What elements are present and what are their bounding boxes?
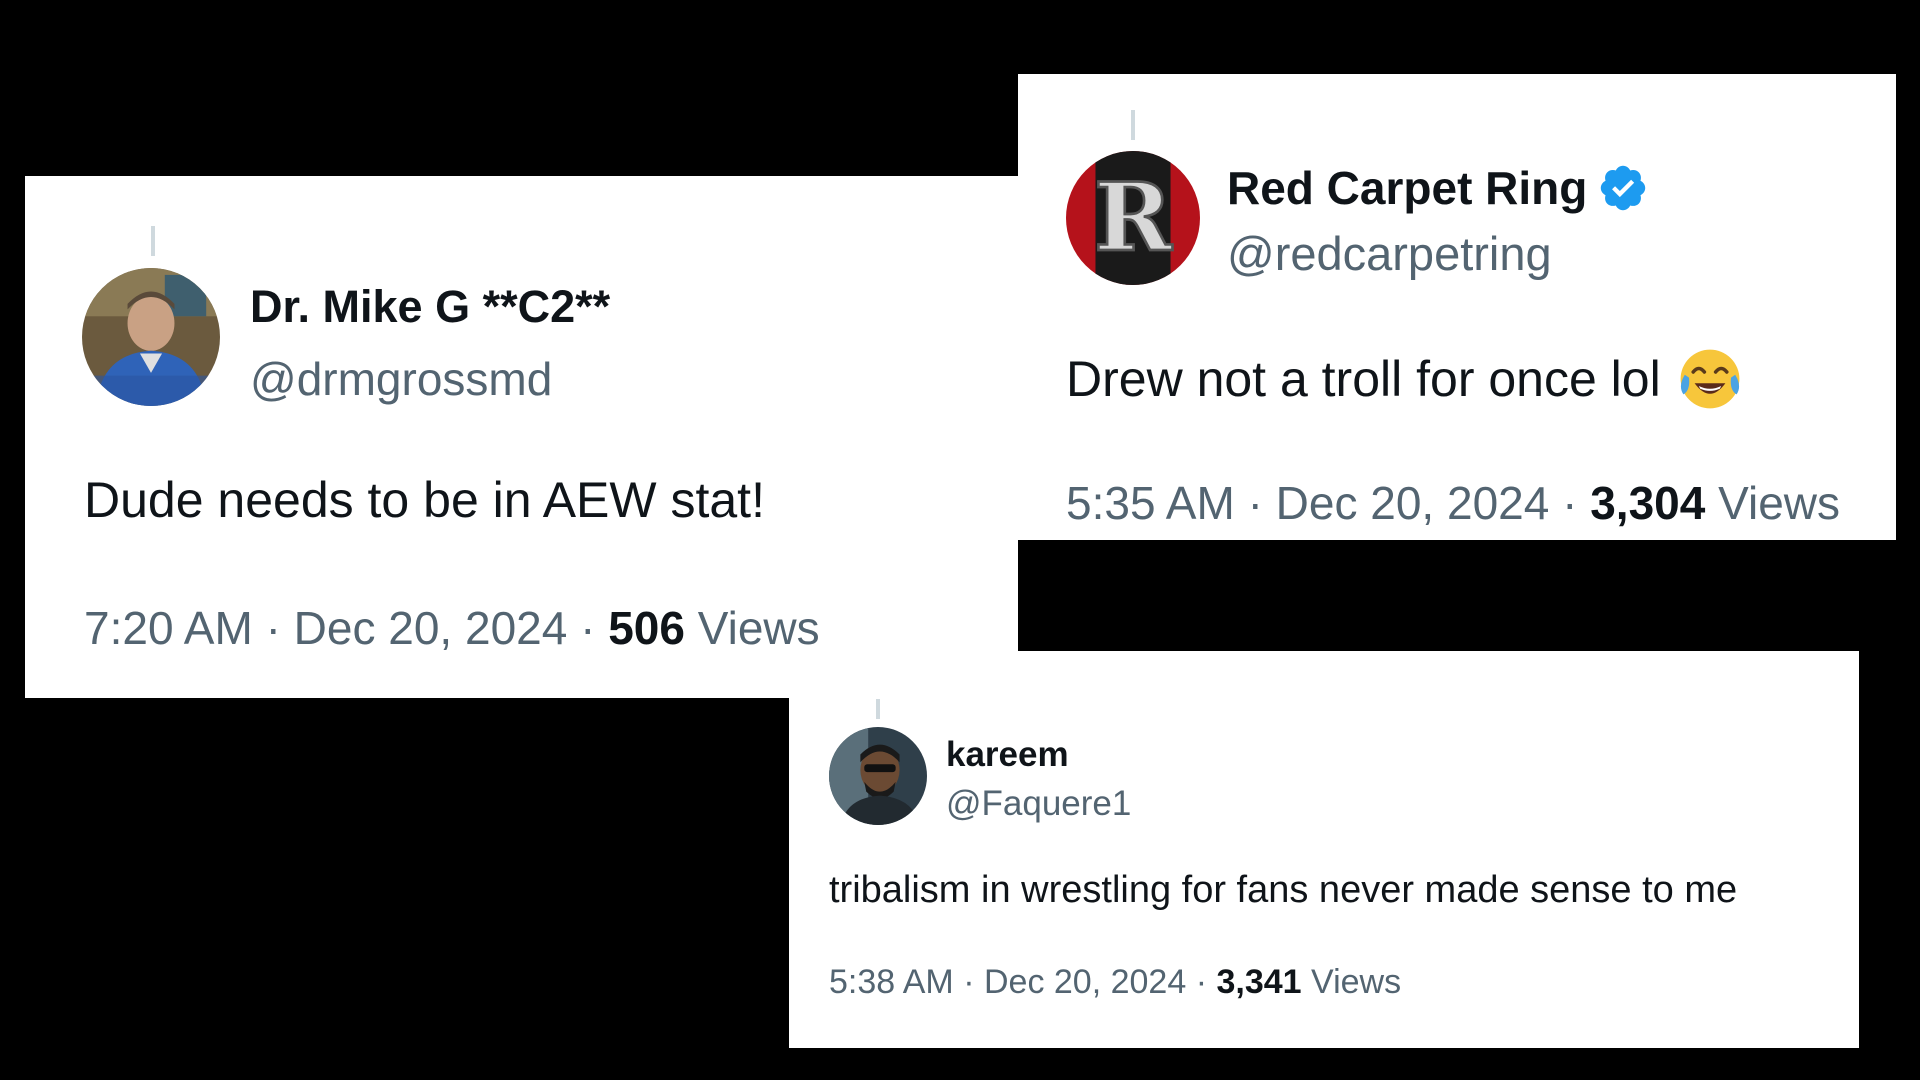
thread-line bbox=[876, 699, 880, 719]
separator: · bbox=[1195, 963, 1208, 1001]
thread-line bbox=[1131, 110, 1135, 140]
collage-canvas: Dr. Mike G **C2** @drmgrossmd Dude needs… bbox=[0, 0, 1920, 1080]
tweet-text: Drew not a troll for once lol bbox=[1066, 344, 1745, 414]
red-carpet-ring-logo-icon: R bbox=[1066, 151, 1200, 285]
avatar[interactable]: R bbox=[1066, 151, 1200, 285]
handle[interactable]: @drmgrossmd bbox=[250, 352, 552, 406]
tweet-time[interactable]: 7:20 AM bbox=[84, 602, 253, 654]
tears-of-joy-emoji-icon bbox=[1675, 344, 1745, 414]
display-name-text: Red Carpet Ring bbox=[1227, 162, 1588, 214]
separator: · bbox=[1247, 477, 1263, 529]
views-label: Views bbox=[1718, 477, 1840, 529]
tweet-time[interactable]: 5:38 AM bbox=[829, 963, 954, 1001]
tweet-card-drmgrossmd[interactable]: Dr. Mike G **C2** @drmgrossmd Dude needs… bbox=[25, 176, 1018, 698]
tweet-card-faquere1[interactable]: kareem @Faquere1 tribalism in wrestling … bbox=[789, 651, 1859, 1048]
tweet-meta: 5:35 AM · Dec 20, 2024 · 3,304 Views bbox=[1066, 476, 1840, 530]
display-name[interactable]: Red Carpet Ring bbox=[1227, 158, 1649, 218]
tweet-text: tribalism in wrestling for fans never ma… bbox=[829, 869, 1738, 911]
views-count: 3,304 bbox=[1590, 477, 1706, 529]
tweet-date[interactable]: Dec 20, 2024 bbox=[984, 963, 1186, 1001]
display-name[interactable]: kareem bbox=[946, 734, 1069, 776]
tweet-text-content: Drew not a troll for once lol bbox=[1066, 351, 1661, 407]
separator: · bbox=[580, 602, 596, 654]
tweet-date[interactable]: Dec 20, 2024 bbox=[294, 602, 568, 654]
thread-line bbox=[151, 226, 155, 256]
avatar[interactable] bbox=[82, 268, 220, 406]
display-name[interactable]: Dr. Mike G **C2** bbox=[250, 279, 610, 335]
avatar-image bbox=[829, 727, 927, 825]
separator: · bbox=[265, 602, 281, 654]
avatar-image bbox=[82, 268, 220, 406]
tweet-card-redcarpetring[interactable]: R Red Carpet Ring @redcarpetring Drew no… bbox=[1018, 74, 1896, 540]
tweet-meta: 7:20 AM · Dec 20, 2024 · 506 Views bbox=[84, 601, 820, 655]
handle[interactable]: @redcarpetring bbox=[1227, 226, 1552, 281]
svg-text:R: R bbox=[1094, 163, 1173, 273]
views-label: Views bbox=[1311, 963, 1402, 1001]
separator: · bbox=[963, 963, 975, 1001]
tweet-time[interactable]: 5:35 AM bbox=[1066, 477, 1235, 529]
views-count: 3,341 bbox=[1216, 963, 1302, 1001]
views-count: 506 bbox=[608, 602, 685, 654]
views-label: Views bbox=[697, 602, 820, 654]
verified-badge-icon[interactable] bbox=[1597, 162, 1649, 214]
separator: · bbox=[1562, 477, 1578, 529]
handle[interactable]: @Faquere1 bbox=[946, 784, 1131, 824]
avatar[interactable] bbox=[829, 727, 927, 825]
tweet-date[interactable]: Dec 20, 2024 bbox=[1276, 477, 1550, 529]
tweet-meta: 5:38 AM · Dec 20, 2024 · 3,341 Views bbox=[829, 963, 1401, 1002]
tweet-text: Dude needs to be in AEW stat! bbox=[84, 472, 765, 528]
